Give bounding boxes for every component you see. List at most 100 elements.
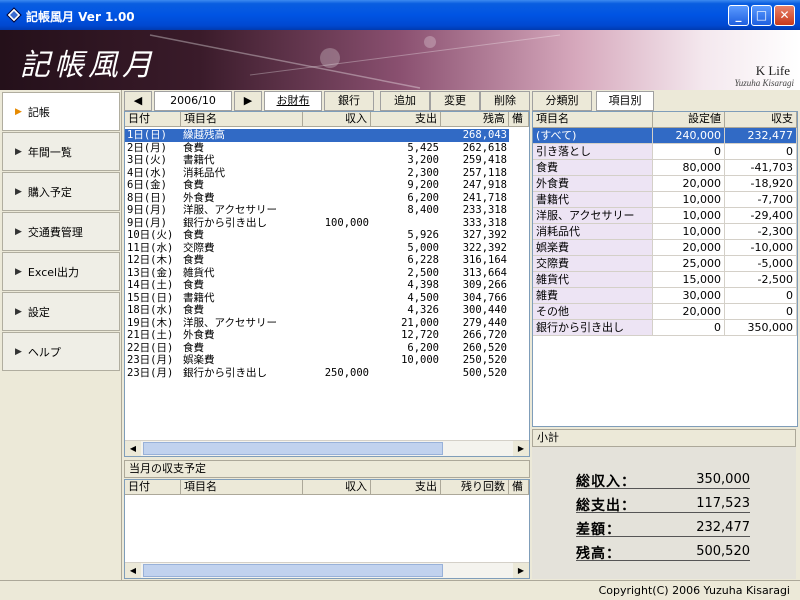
ledger-hscrollbar[interactable]: ◀ ▶ xyxy=(125,440,529,456)
table-cell: -7,700 xyxy=(725,192,797,207)
change-button[interactable]: 変更 xyxy=(430,91,480,111)
tab-category[interactable]: 分類別 xyxy=(532,91,592,111)
sidebar-item-purchase-plan[interactable]: ▶ 購入予定 xyxy=(2,172,120,211)
table-row[interactable]: 23日(月) 銀行から引き出し 250,000 500,520 xyxy=(125,367,509,380)
scroll-left-icon[interactable]: ◀ xyxy=(125,441,141,456)
table-row[interactable]: 2日(月) 食費 5,425 262,618 xyxy=(125,142,509,155)
col-expense[interactable]: 支出 xyxy=(371,480,441,495)
list-item[interactable]: 外食費 20,000 -18,920 xyxy=(533,176,797,192)
table-cell: 18日(水) xyxy=(127,304,174,316)
col-setting[interactable]: 設定値 xyxy=(653,112,725,128)
sidebar-item-ledger[interactable]: ▶ 記帳 xyxy=(2,92,120,131)
table-row[interactable]: 11日(水) 交際費 5,000 322,392 xyxy=(125,242,509,255)
total-income-label: 総収入： xyxy=(576,474,636,490)
col-income[interactable]: 収入 xyxy=(303,112,371,127)
col-balance[interactable]: 残高 xyxy=(441,112,509,127)
table-cell: 食費 xyxy=(183,341,204,354)
table-cell: 350,000 xyxy=(725,320,797,335)
table-row[interactable]: 18日(水) 食費 4,326 300,440 xyxy=(125,304,509,317)
list-item[interactable]: 雑費 30,000 0 xyxy=(533,288,797,304)
sidebar-item-transport[interactable]: ▶ 交通費管理 xyxy=(2,212,120,251)
ledger-header: 日付 項目名 収入 支出 残高 備 xyxy=(125,112,529,127)
author-name: Yuzuha Kisaragi xyxy=(734,78,794,88)
plan-hscrollbar[interactable]: ◀ ▶ xyxy=(125,562,529,578)
table-cell: 4,500 xyxy=(407,291,439,304)
col-expense[interactable]: 支出 xyxy=(371,112,441,127)
table-cell: 232,477 xyxy=(725,128,797,143)
table-cell: 10,000 xyxy=(653,224,725,239)
table-row[interactable]: 23日(月) 娯楽費 10,000 250,520 xyxy=(125,354,509,367)
table-row[interactable]: 9日(月) 銀行から引き出し 100,000 333,318 xyxy=(125,217,509,230)
list-item[interactable]: 消耗品代 10,000 -2,300 xyxy=(533,224,797,240)
status-bar: Copyright(C) 2006 Yuzuha Kisaragi xyxy=(0,580,800,600)
table-cell: -2,300 xyxy=(725,224,797,239)
tab-item[interactable]: 項目別 xyxy=(596,91,654,111)
table-cell: 316,164 xyxy=(462,254,507,266)
col-date[interactable]: 日付 xyxy=(125,112,181,127)
col-item[interactable]: 項目名 xyxy=(181,112,303,127)
table-row[interactable]: 15日(日) 書籍代 4,500 304,766 xyxy=(125,292,509,305)
list-item[interactable]: (すべて) 240,000 232,477 xyxy=(533,128,797,144)
difference-row: 差額： 232,477 xyxy=(576,517,750,538)
ledger-grid[interactable]: 日付 項目名 収入 支出 残高 備 1日(日) 繰越残高 268,043 2日(月) 食… xyxy=(124,111,530,457)
col-income[interactable]: 収入 xyxy=(303,480,371,495)
table-row[interactable]: 6日(金) 食費 9,200 247,918 xyxy=(125,179,509,192)
table-row[interactable]: 21日(土) 外食費 12,720 266,720 xyxy=(125,329,509,342)
table-row[interactable]: 12日(木) 食費 6,228 316,164 xyxy=(125,254,509,267)
col-remaining[interactable]: 残り回数 xyxy=(441,480,509,495)
list-item[interactable]: 交際費 25,000 -5,000 xyxy=(533,256,797,272)
next-month-button[interactable]: ▶ xyxy=(234,91,262,111)
table-cell: -10,000 xyxy=(725,240,797,255)
table-row[interactable]: 19日(木) 洋服、アクセサリー 21,000 279,440 xyxy=(125,317,509,330)
col-date[interactable]: 日付 xyxy=(125,480,181,495)
table-row[interactable]: 22日(日) 食費 6,200 260,520 xyxy=(125,342,509,355)
add-button[interactable]: 追加 xyxy=(380,91,430,111)
table-row[interactable]: 3日(火) 書籍代 3,200 259,418 xyxy=(125,154,509,167)
sidebar-item-annual[interactable]: ▶ 年間一覧 xyxy=(2,132,120,171)
list-item[interactable]: 銀行から引き出し 0 350,000 xyxy=(533,320,797,336)
table-cell: 268,043 xyxy=(462,129,507,141)
scroll-thumb[interactable] xyxy=(143,442,443,455)
category-grid[interactable]: 項目名 設定値 収支 (すべて) 240,000 232,477 引き落とし 0 0 食費 8… xyxy=(532,111,798,427)
close-button[interactable]: ✕ xyxy=(774,5,795,26)
col-item[interactable]: 項目名 xyxy=(181,480,303,495)
sidebar-item-help[interactable]: ▶ ヘルプ xyxy=(2,332,120,371)
arrow-right-icon: ▶ xyxy=(15,106,22,117)
plan-grid[interactable]: 日付 項目名 収入 支出 残り回数 備 ◀ ▶ xyxy=(124,479,530,579)
scroll-left-icon[interactable]: ◀ xyxy=(125,563,141,578)
maximize-button[interactable]: □ xyxy=(751,5,772,26)
table-row[interactable]: 1日(日) 繰越残高 268,043 xyxy=(125,129,509,142)
list-item[interactable]: 洋服、アクセサリー 10,000 -29,400 xyxy=(533,208,797,224)
table-cell: (すべて) xyxy=(533,128,653,143)
wallet-tab[interactable]: お財布 xyxy=(264,91,322,111)
sidebar-item-excel[interactable]: ▶ Excel出力 xyxy=(2,252,120,291)
list-item[interactable]: 雑貨代 15,000 -2,500 xyxy=(533,272,797,288)
table-row[interactable]: 10日(火) 食費 5,926 327,392 xyxy=(125,229,509,242)
col-note[interactable]: 備 xyxy=(509,112,529,127)
view-tabs: 分類別 項目別 xyxy=(532,91,798,111)
col-note[interactable]: 備 xyxy=(509,480,529,495)
bank-tab[interactable]: 銀行 xyxy=(324,91,374,111)
list-item[interactable]: その他 20,000 0 xyxy=(533,304,797,320)
sidebar-item-settings[interactable]: ▶ 設定 xyxy=(2,292,120,331)
scroll-thumb[interactable] xyxy=(143,564,443,577)
table-cell: -29,400 xyxy=(725,208,797,223)
list-item[interactable]: 書籍代 10,000 -7,700 xyxy=(533,192,797,208)
table-row[interactable]: 9日(月) 洋服、アクセサリー 8,400 233,318 xyxy=(125,204,509,217)
delete-button[interactable]: 削除 xyxy=(480,91,530,111)
col-category-name[interactable]: 項目名 xyxy=(533,112,653,128)
scroll-right-icon[interactable]: ▶ xyxy=(513,563,529,578)
table-row[interactable]: 13日(金) 雑貨代 2,500 313,664 xyxy=(125,267,509,280)
prev-month-button[interactable]: ◀ xyxy=(124,91,152,111)
minimize-button[interactable]: _ xyxy=(728,5,749,26)
list-item[interactable]: 娯楽費 20,000 -10,000 xyxy=(533,240,797,256)
table-row[interactable]: 8日(日) 外食費 6,200 241,718 xyxy=(125,192,509,205)
table-cell: 262,618 xyxy=(462,141,507,154)
table-row[interactable]: 4日(水) 消耗品代 2,300 257,118 xyxy=(125,167,509,180)
table-cell: 266,720 xyxy=(462,329,507,341)
table-row[interactable]: 14日(土) 食費 4,398 309,266 xyxy=(125,279,509,292)
scroll-right-icon[interactable]: ▶ xyxy=(513,441,529,456)
col-result[interactable]: 収支 xyxy=(725,112,797,128)
list-item[interactable]: 引き落とし 0 0 xyxy=(533,144,797,160)
list-item[interactable]: 食費 80,000 -41,703 xyxy=(533,160,797,176)
